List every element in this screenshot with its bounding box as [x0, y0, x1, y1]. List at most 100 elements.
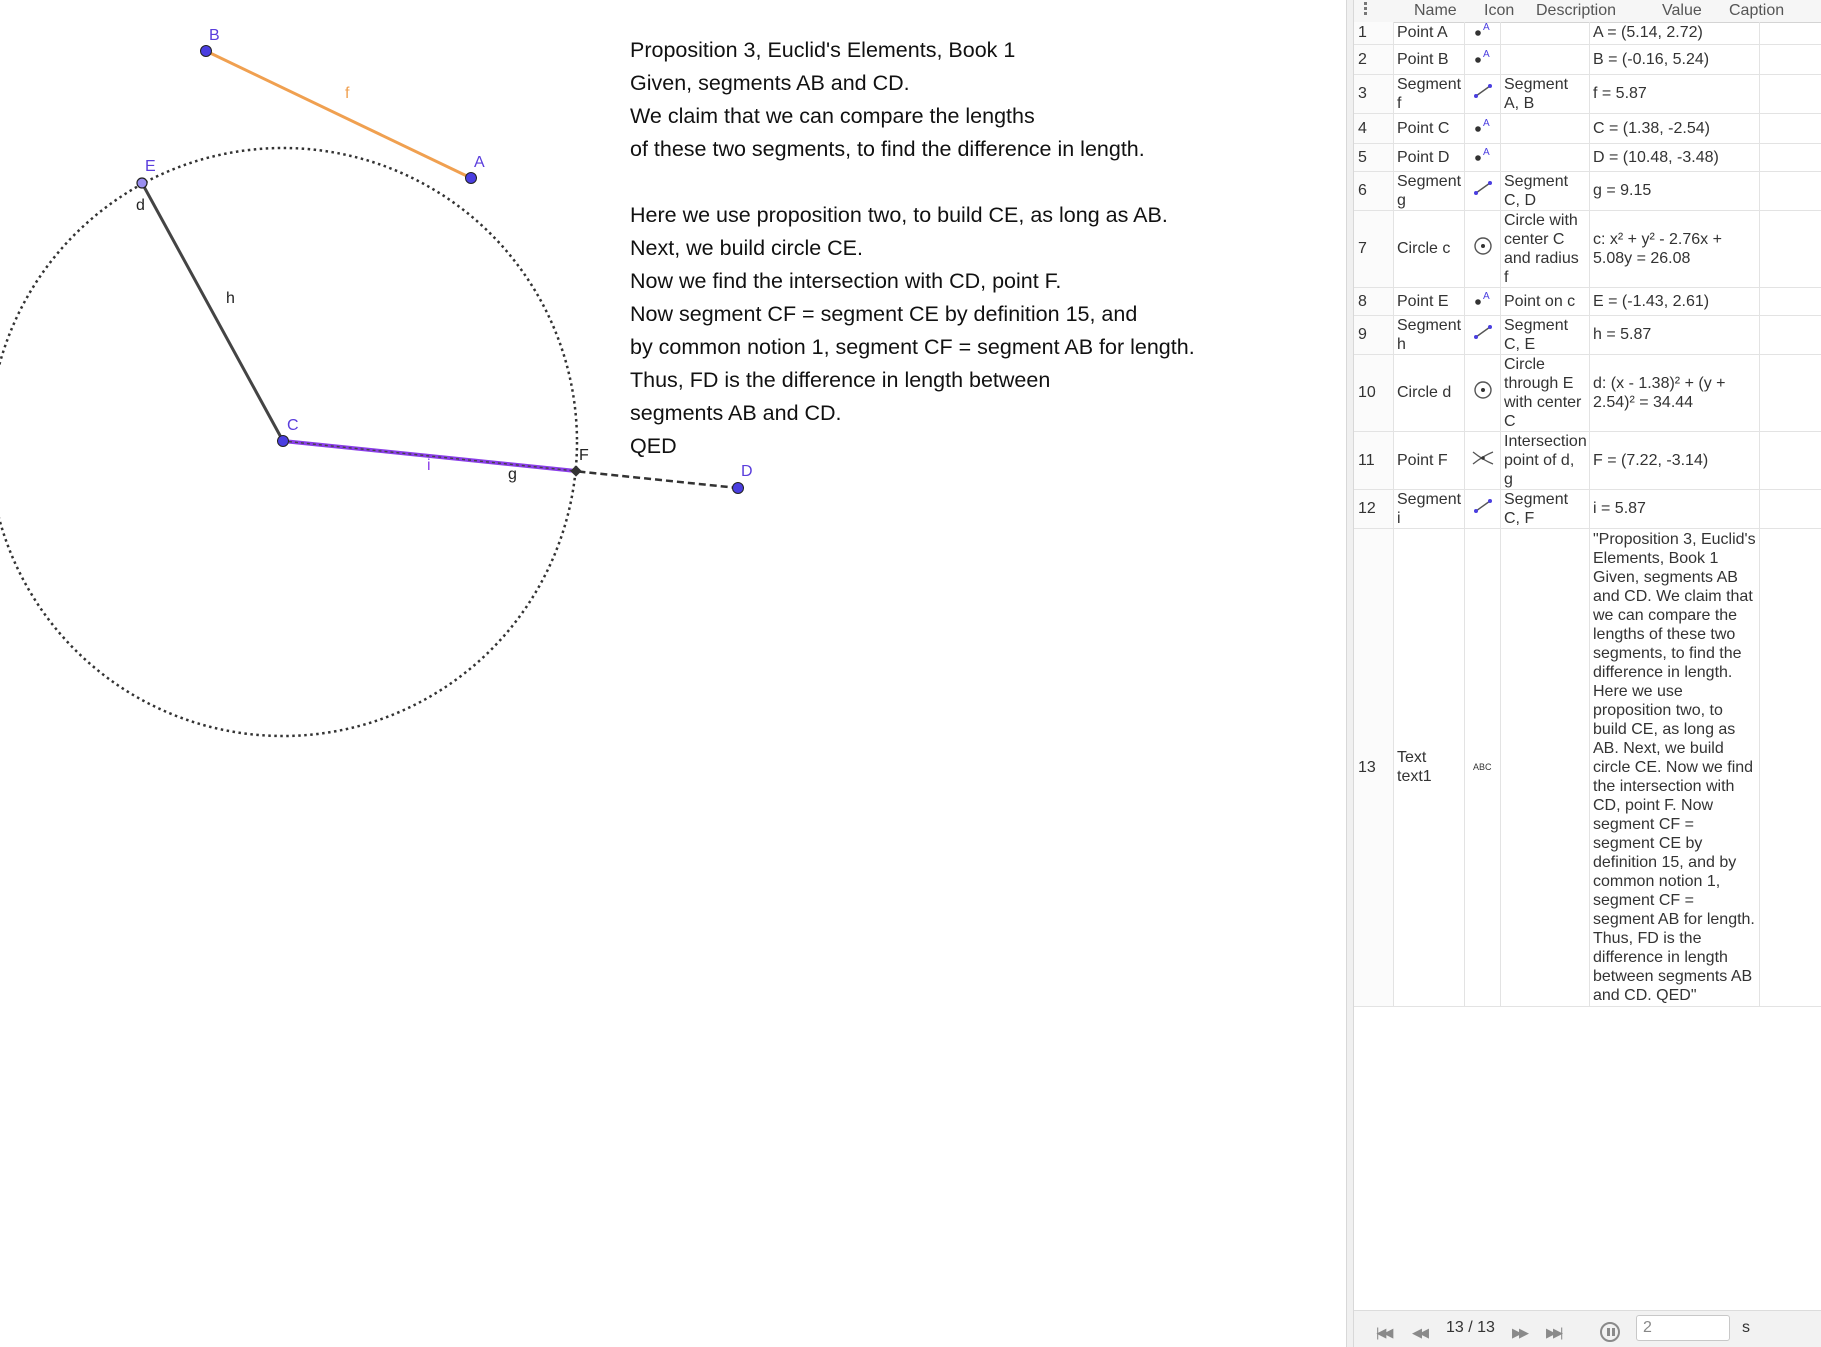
row-number: 2 [1354, 44, 1394, 75]
row-value: D = (10.48, -3.48) [1589, 143, 1760, 172]
protocol-row[interactable]: 6 Segment g Segment C, Dg = 9.15 [1354, 171, 1821, 211]
protocol-row[interactable]: 2 Point B A B = (-0.16, 5.24) [1354, 44, 1821, 75]
column-caption-header[interactable]: Caption [1729, 2, 1784, 20]
row-value: F = (7.22, -3.14) [1589, 431, 1760, 490]
drag-handle-icon[interactable] [1364, 2, 1368, 17]
column-value-header[interactable]: Value [1662, 2, 1702, 20]
step-counter: 13 / 13 [1446, 1319, 1495, 1336]
protocol-row[interactable]: 3 Segment f Segment A, Bf = 5.87 [1354, 74, 1821, 114]
row-description: Segment A, B [1500, 74, 1590, 114]
row-name: Point D [1393, 143, 1465, 172]
row-value: f = 5.87 [1589, 74, 1760, 114]
point-icon: A [1464, 44, 1501, 75]
row-value: "Proposition 3, Euclid's Elements, Book … [1589, 528, 1760, 1007]
row-description [1500, 44, 1590, 75]
row-name: Segment h [1393, 315, 1465, 355]
row-number: 3 [1354, 74, 1394, 114]
protocol-row[interactable]: 9 Segment h Segment C, Eh = 5.87 [1354, 315, 1821, 355]
row-number: 9 [1354, 315, 1394, 355]
row-caption [1759, 431, 1821, 490]
label-e: E [145, 158, 156, 175]
proof-line [630, 166, 1195, 199]
row-description: Segment C, E [1500, 315, 1590, 355]
segment-icon [1464, 315, 1501, 355]
construction-protocol: Name Icon Description Value Caption 1 Poi… [1354, 0, 1821, 1347]
protocol-row[interactable]: 8 Point E A Point on cE = (-1.43, 2.61) [1354, 287, 1821, 316]
circle-icon [1464, 210, 1501, 288]
segment-h[interactable] [140, 182, 285, 442]
row-number: 5 [1354, 143, 1394, 172]
point-c[interactable] [277, 435, 289, 447]
next-step-icon[interactable]: ▶▶ [1512, 1325, 1529, 1341]
svg-text:A: A [1483, 291, 1490, 302]
row-caption [1759, 22, 1821, 45]
row-value: A = (5.14, 2.72) [1589, 22, 1760, 45]
label-segment-f: f [345, 85, 350, 102]
segment-icon [1464, 489, 1501, 529]
first-step-icon[interactable]: |◀◀ [1376, 1325, 1393, 1341]
svg-text:A: A [1483, 49, 1490, 60]
protocol-row[interactable]: 11 Point F Intersection point of d, gF = (… [1354, 431, 1821, 490]
row-number: 12 [1354, 489, 1394, 529]
last-step-icon[interactable]: ▶▶| [1546, 1325, 1563, 1341]
column-icon-header[interactable]: Icon [1484, 2, 1514, 20]
label-c: C [287, 417, 299, 434]
row-value: C = (1.38, -2.54) [1589, 113, 1760, 144]
point-d[interactable] [732, 482, 744, 494]
point-b[interactable] [200, 45, 212, 57]
protocol-row[interactable]: 10 Circle d Circle through E with center C… [1354, 354, 1821, 432]
point-f[interactable] [570, 465, 582, 477]
svg-text:A: A [1483, 22, 1490, 33]
intersect-icon [1464, 431, 1501, 490]
segment-icon [1464, 74, 1501, 114]
view-divider[interactable] [1346, 0, 1354, 1347]
protocol-row[interactable]: 5 Point D A D = (10.48, -3.48) [1354, 143, 1821, 172]
point-icon: A [1464, 143, 1501, 172]
graphics-view[interactable]: B A E C D F f h g i d Proposition 3, Euc… [0, 0, 1346, 1347]
protocol-row[interactable]: 13 Text text1 ABC "Proposition 3, Euclid's … [1354, 528, 1821, 1007]
proof-line: of these two segments, to find the diffe… [630, 137, 1145, 161]
proof-line: Now we find the intersection with CD, po… [630, 269, 1062, 293]
proof-line: Next, we build circle CE. [630, 236, 863, 260]
row-number: 8 [1354, 287, 1394, 316]
label-b: B [209, 27, 220, 44]
proof-line: Proposition 3, Euclid's Elements, Book 1 [630, 38, 1016, 62]
protocol-row[interactable]: 1 Point A A A = (5.14, 2.72) [1354, 22, 1821, 45]
row-name: Segment g [1393, 171, 1465, 211]
row-name: Text text1 [1393, 528, 1465, 1007]
row-description [1500, 143, 1590, 172]
label-f-point: F [579, 447, 589, 464]
protocol-row[interactable]: 4 Point C A C = (1.38, -2.54) [1354, 113, 1821, 144]
speed-input[interactable] [1636, 1315, 1730, 1341]
protocol-row[interactable]: 7 Circle c Circle with center C and radius… [1354, 210, 1821, 288]
point-icon: A [1464, 287, 1501, 316]
row-caption [1759, 171, 1821, 211]
row-description [1500, 528, 1590, 1007]
row-description [1500, 22, 1590, 45]
column-description-header[interactable]: Description [1536, 2, 1616, 20]
segment-f[interactable] [205, 49, 472, 180]
row-name: Point A [1393, 22, 1465, 45]
row-number: 13 [1354, 528, 1394, 1007]
protocol-row[interactable]: 12 Segment i Segment C, Fi = 5.87 [1354, 489, 1821, 529]
point-icon: A [1464, 22, 1501, 45]
row-description: Point on c [1500, 287, 1590, 316]
proof-line: Thus, FD is the difference in length bet… [630, 368, 1051, 392]
label-segment-i: i [427, 457, 431, 474]
svg-text:A: A [1483, 147, 1490, 158]
row-description: Segment C, D [1500, 171, 1590, 211]
row-number: 4 [1354, 113, 1394, 144]
row-name: Point E [1393, 287, 1465, 316]
point-icon: A [1464, 113, 1501, 144]
row-value: c: x² + y² - 2.76x + 5.08y = 26.08 [1589, 210, 1760, 288]
column-name-header[interactable]: Name [1414, 2, 1457, 20]
point-e[interactable] [136, 177, 148, 189]
row-name: Circle c [1393, 210, 1465, 288]
previous-step-icon[interactable]: ◀◀ [1412, 1325, 1429, 1341]
proof-text[interactable]: Proposition 3, Euclid's Elements, Book 1… [630, 34, 1195, 463]
row-value: d: (x - 1.38)² + (y + 2.54)² = 34.44 [1589, 354, 1760, 432]
point-a[interactable] [465, 172, 477, 184]
row-number: 6 [1354, 171, 1394, 211]
pause-icon[interactable] [1600, 1322, 1620, 1342]
row-caption [1759, 528, 1821, 1007]
